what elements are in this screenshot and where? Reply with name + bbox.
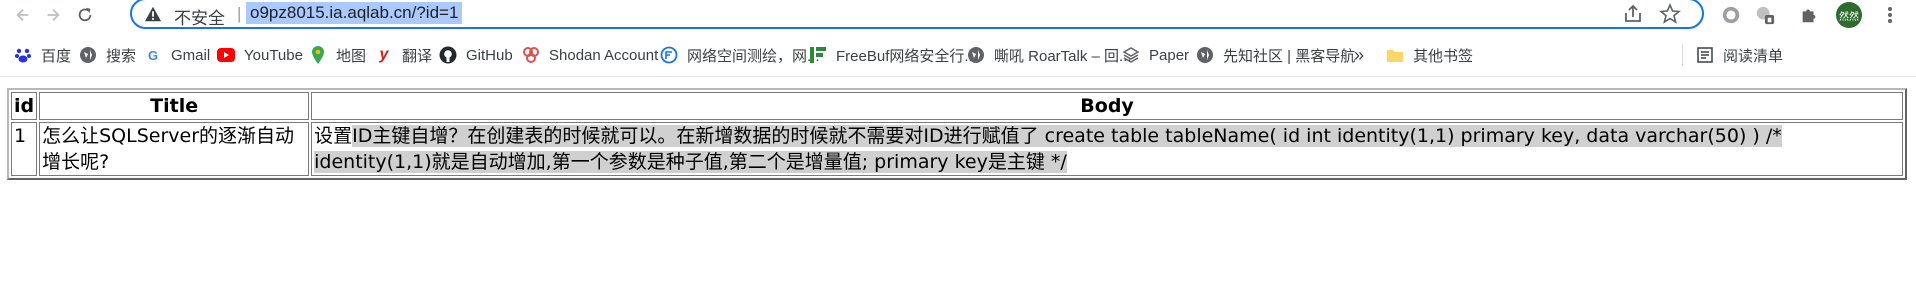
more-vertical-icon [1888, 7, 1892, 23]
bookmark-label: 嘶吼 RoarTalk – 回... [994, 47, 1132, 65]
column-header-body: Body [311, 92, 1903, 120]
bookmark-label: FreeBuf网络安全行... [836, 47, 977, 65]
cell-body: 设置ID主键自增？在创建表的时候就可以。在新增数据的时候就不需要对ID进行赋值了… [311, 122, 1903, 176]
github-icon [439, 46, 457, 64]
globe-icon [1196, 46, 1214, 64]
reload-button[interactable] [72, 2, 98, 28]
bookmark-label: 其他书签 [1413, 47, 1474, 65]
profile-avatar[interactable]: 然然 [1836, 2, 1862, 28]
bookmark-label: 翻译 [402, 47, 433, 65]
address-bar[interactable]: 不安全 | o9pz8015.ia.aqlab.cn/?id=1 [130, 0, 1704, 29]
reload-icon [78, 7, 92, 22]
page-content: id Title Body 1 怎么让SQLServer的逐渐自动增长呢? 设置… [7, 88, 1907, 180]
bookmark-label: GitHub [466, 46, 513, 64]
extensions-puzzle-icon[interactable] [1796, 2, 1822, 28]
table-header-row: id Title Body [11, 92, 1903, 120]
warning-icon[interactable] [144, 5, 162, 23]
bookmarks-overflow-button[interactable]: » [1354, 43, 1364, 67]
bookmark-label: 阅读清单 [1723, 47, 1784, 65]
bookmark-label: 网络空间测绘，网... [687, 47, 820, 65]
body-text-plain: 设置 [314, 125, 353, 147]
baidu-icon [14, 46, 32, 64]
bookmark-translate[interactable]: y 翻译 [375, 43, 432, 67]
forward-button[interactable] [40, 2, 66, 28]
browser-menu-button[interactable] [1880, 2, 1900, 28]
bookmark-label: YouTube [244, 46, 303, 64]
bookmark-roartalk[interactable]: 嘶吼 RoarTalk – 回... [967, 43, 1132, 67]
google-icon: G [147, 47, 159, 63]
globe-icon [79, 46, 97, 64]
folder-icon [1386, 46, 1404, 64]
bookmark-label: Paper [1149, 46, 1190, 64]
globe-icon [967, 46, 985, 64]
cell-title: 怎么让SQLServer的逐渐自动增长呢? [39, 122, 310, 176]
table-row: 1 怎么让SQLServer的逐渐自动增长呢? 设置ID主键自增？在创建表的时候… [11, 122, 1903, 176]
bookmark-fofa[interactable]: 网络空间测绘，网... [660, 43, 820, 67]
shodan-icon [522, 46, 540, 64]
toolbar-bottom-border [0, 76, 1916, 77]
bookmark-label: 先知社区 | 黑客导航 [1223, 47, 1356, 65]
bookmarks-divider [1682, 44, 1683, 66]
fofa-icon [660, 46, 678, 64]
arrow-right-icon [47, 8, 60, 22]
freebuf-icon [809, 46, 827, 64]
security-status-label[interactable]: 不安全 [174, 4, 225, 29]
arrow-left-icon [16, 8, 29, 22]
column-header-id: id [11, 92, 38, 120]
bookmark-maps[interactable]: 地图 [309, 43, 366, 67]
maps-icon [309, 46, 327, 64]
youdao-icon: y [379, 46, 389, 63]
bookmark-label: 百度 [41, 47, 72, 65]
address-separator: | [237, 4, 242, 23]
bookmark-xianzhi[interactable]: 先知社区 | 黑客导航 [1196, 43, 1355, 67]
bookmark-gmail[interactable]: G Gmail [144, 43, 210, 67]
extension-circle-icon[interactable] [1718, 2, 1744, 28]
bookmark-github[interactable]: GitHub [439, 43, 513, 67]
browser-toolbar: 不安全 | o9pz8015.ia.aqlab.cn/?id=1 然然 [0, 0, 1916, 30]
share-icon[interactable] [1622, 3, 1644, 25]
bookmark-label: Gmail [171, 46, 211, 64]
results-table: id Title Body 1 怎么让SQLServer的逐渐自动增长呢? 设置… [7, 88, 1907, 180]
bookmarks-bar: 百度 搜索 G Gmail YouTube 地图 y 翻译 GitHub Sho… [0, 39, 1916, 71]
column-header-title: Title [39, 92, 310, 120]
bookmark-label: 搜索 [106, 47, 137, 65]
back-button[interactable] [10, 2, 36, 28]
bookmark-youtube[interactable]: YouTube [217, 43, 303, 67]
other-bookmarks-folder[interactable]: 其他书签 [1386, 43, 1473, 67]
youtube-icon [217, 46, 235, 64]
paper-icon [1122, 46, 1140, 64]
bookmark-star-icon[interactable] [1659, 3, 1681, 25]
bookmark-shodan[interactable]: Shodan Account [522, 43, 658, 67]
reading-list-button[interactable]: 阅读清单 [1696, 43, 1783, 67]
bookmark-baidu[interactable]: 百度 [14, 43, 71, 67]
extension-translate-icon[interactable] [1752, 2, 1778, 28]
cell-id: 1 [11, 122, 38, 176]
bookmark-freebuf[interactable]: FreeBuf网络安全行... [809, 43, 977, 67]
bookmark-search[interactable]: 搜索 [79, 43, 136, 67]
bookmark-paper[interactable]: Paper [1122, 43, 1189, 67]
bookmark-label: 地图 [336, 47, 367, 65]
reading-list-icon [1696, 46, 1714, 64]
url-text[interactable]: o9pz8015.ia.aqlab.cn/?id=1 [246, 2, 463, 24]
body-text-selected: ID主键自增？在创建表的时候就可以。在新增数据的时候就不需要对ID进行赋值了 c… [314, 125, 1782, 173]
bookmark-label: Shodan Account [549, 46, 659, 64]
